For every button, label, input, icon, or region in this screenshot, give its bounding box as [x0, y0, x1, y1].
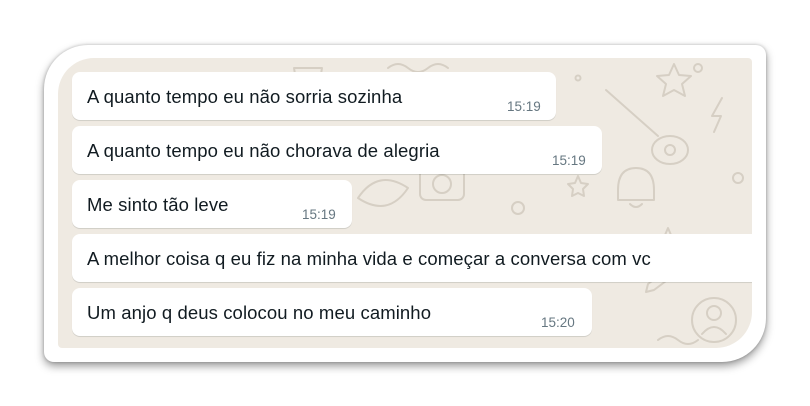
message-bubble[interactable]: Um anjo q deus colocou no meu caminho 15… [72, 288, 592, 336]
message-text: A quanto tempo eu não sorria sozinha [87, 86, 403, 107]
message-bubble[interactable]: Me sinto tão leve 15:19 [72, 180, 352, 228]
message-bubble[interactable]: A quanto tempo eu não chorava de alegria… [72, 126, 602, 174]
wave-doodle-icon [387, 63, 449, 73]
avatar-doodle-icon [691, 297, 737, 343]
message-bubble[interactable]: A melhor coisa q eu fiz na minha vida e … [72, 234, 752, 282]
bubble-doodle-icon [693, 63, 703, 73]
lightning-doodle-icon [711, 97, 723, 133]
sparkle-doodle-icon [567, 175, 589, 197]
message-text: A quanto tempo eu não chorava de alegria [87, 140, 440, 161]
guitar-doodle-icon [605, 89, 689, 165]
message-timestamp: 15:20 [541, 315, 575, 330]
message-bubble[interactable]: A quanto tempo eu não sorria sozinha 15:… [72, 72, 556, 120]
bell-doodle-icon [617, 167, 655, 208]
message-text: Me sinto tão leve [87, 194, 229, 215]
leaf-doodle-icon [357, 179, 409, 207]
bubble-doodle-icon [732, 172, 744, 184]
message-timestamp: 15:19 [552, 153, 586, 168]
bubble-doodle-icon [511, 201, 525, 215]
message-timestamp: 15:19 [302, 207, 336, 222]
star-doodle-icon [656, 63, 692, 97]
message-text: Um anjo q deus colocou no meu caminho [87, 302, 432, 323]
chat-area: A quanto tempo eu não sorria sozinha 15:… [58, 58, 752, 348]
message-timestamp: 15:19 [507, 99, 541, 114]
message-text: A melhor coisa q eu fiz na minha vida e … [87, 248, 651, 269]
wave-doodle-icon [657, 335, 699, 345]
dot-doodle-icon [574, 74, 582, 82]
